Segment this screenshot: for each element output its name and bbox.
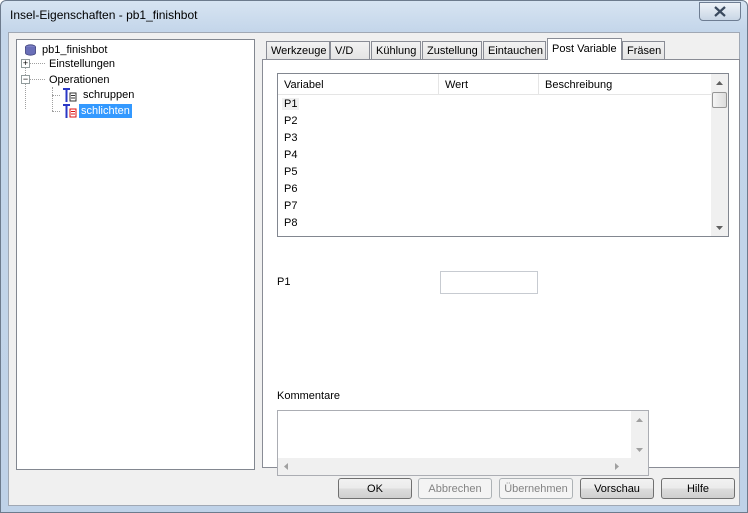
comments-vertical-scrollbar[interactable]	[631, 411, 648, 459]
variable-value-input[interactable]	[440, 271, 538, 294]
tree-connector	[52, 111, 60, 112]
tree-item-label: Operationen	[49, 74, 110, 86]
operations-tree[interactable]: pb1_finishbot + Einstellungen − Operatio…	[16, 39, 255, 470]
help-button[interactable]: Hilfe	[661, 478, 735, 499]
table-row[interactable]: P7	[278, 198, 712, 215]
tree-item-schlichten[interactable]: schlichten	[62, 103, 132, 119]
table-vertical-scrollbar[interactable]	[711, 74, 728, 236]
roughing-operation-icon	[63, 87, 77, 102]
ok-button[interactable]: OK	[338, 478, 412, 499]
table-row[interactable]: P8	[278, 215, 712, 232]
scroll-up-arrow-icon[interactable]	[711, 74, 728, 91]
column-header-wert[interactable]: Wert	[439, 74, 539, 95]
scrollbar-corner	[631, 458, 648, 475]
tree-connector	[52, 95, 60, 96]
tree-connector	[30, 63, 45, 64]
column-header-variabel[interactable]: Variabel	[278, 74, 439, 95]
comments-horizontal-scrollbar[interactable]	[278, 458, 631, 475]
variable-table[interactable]: Variabel Wert Beschreibung P1 P2 P3 P4 P…	[277, 73, 729, 237]
post-variable-panel: Variabel Wert Beschreibung P1 P2 P3 P4 P…	[262, 59, 740, 476]
scroll-left-arrow-icon	[284, 463, 288, 470]
scroll-right-arrow-icon	[615, 463, 619, 470]
variable-table-rows: P1 P2 P3 P4 P5 P6 P7 P8	[278, 96, 712, 232]
tab-post-variable[interactable]: Post Variable	[547, 38, 622, 60]
comments-label: Kommentare	[277, 390, 340, 402]
window-title: Insel-Eigenschaften - pb1_finishbot	[10, 8, 198, 22]
tree-connector	[30, 79, 45, 80]
close-button[interactable]	[699, 2, 741, 21]
scroll-up-arrow-icon	[636, 418, 643, 422]
table-row[interactable]: P4	[278, 147, 712, 164]
tab-zustellung[interactable]: Zustellung	[422, 41, 482, 60]
variable-value-label: P1	[277, 276, 291, 288]
comments-textarea[interactable]	[277, 410, 649, 476]
tree-item-operationen[interactable]: Operationen	[47, 72, 112, 88]
finishing-operation-icon	[63, 103, 77, 118]
cancel-button[interactable]: Abbrechen	[418, 478, 492, 499]
table-row[interactable]: P6	[278, 181, 712, 198]
expand-einstellungen-toggle[interactable]: +	[21, 59, 30, 68]
table-row[interactable]: P2	[278, 113, 712, 130]
tab-eintauchen[interactable]: Eintauchen	[483, 41, 546, 60]
dialog-client-area: pb1_finishbot + Einstellungen − Operatio…	[8, 32, 740, 506]
tree-item-schruppen[interactable]: schruppen	[62, 87, 136, 103]
scroll-down-arrow-icon	[636, 448, 643, 452]
table-row[interactable]: P3	[278, 130, 712, 147]
tree-item-label: Einstellungen	[49, 58, 116, 70]
scroll-down-arrow-icon[interactable]	[711, 219, 728, 236]
table-row[interactable]: P5	[278, 164, 712, 181]
tree-item-einstellungen[interactable]: Einstellungen	[47, 56, 117, 72]
table-row[interactable]: P1	[278, 96, 712, 113]
tab-v-d[interactable]: V/D	[330, 41, 370, 60]
close-icon	[714, 6, 726, 17]
apply-button[interactable]: Übernehmen	[499, 478, 573, 499]
tab-fraesen[interactable]: Fräsen	[622, 41, 665, 60]
tree-root-label: pb1_finishbot	[42, 44, 108, 56]
tree-connector	[52, 87, 53, 111]
preview-button[interactable]: Vorschau	[580, 478, 654, 499]
tree-item-label-selected: schlichten	[79, 104, 132, 118]
scrollbar-thumb[interactable]	[712, 92, 727, 108]
collapse-operationen-toggle[interactable]: −	[21, 75, 30, 84]
title-bar[interactable]: Insel-Eigenschaften - pb1_finishbot	[1, 1, 747, 31]
tree-item-label: schruppen	[83, 89, 135, 101]
column-header-beschreibung[interactable]: Beschreibung	[539, 74, 712, 95]
row-variable-name: P1	[282, 98, 300, 110]
database-icon	[25, 44, 36, 56]
tab-werkzeuge[interactable]: Werkzeuge	[266, 41, 330, 60]
tab-kuehlung[interactable]: Kühlung	[371, 41, 421, 60]
dialog-window: Insel-Eigenschaften - pb1_finishbot pb1_…	[0, 0, 748, 513]
variable-table-header: Variabel Wert Beschreibung	[278, 74, 712, 95]
